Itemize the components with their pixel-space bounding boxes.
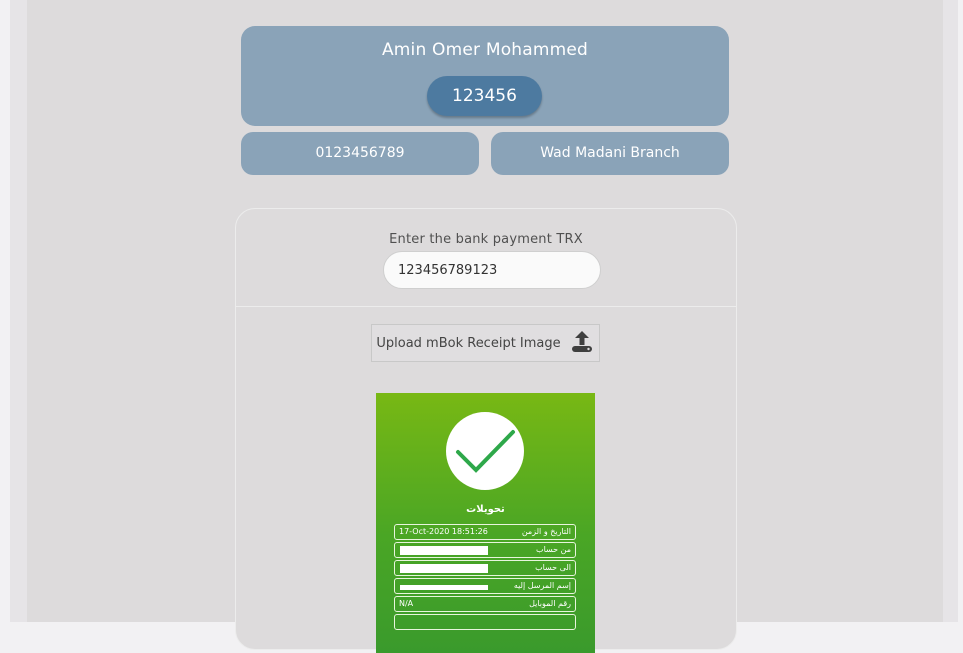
receipt-row-partial [394, 614, 576, 630]
receipt-row-mobile: رقم الموبايل N/A [394, 596, 576, 612]
upload-icon [569, 328, 595, 358]
redaction-mask [400, 564, 488, 573]
account-number-box: 0123456789 [241, 132, 479, 175]
receipt-image: تحويلات التاريخ و الزمن 17-Oct-2020 18:5… [376, 393, 595, 653]
main-content: Amin Omer Mohammed 123456 0123456789 Wad… [27, 0, 943, 653]
upload-button-label: Upload mBok Receipt Image [376, 335, 561, 351]
customer-name: Amin Omer Mohammed [381, 40, 589, 60]
check-icon [446, 412, 524, 490]
receipt-row-recipient-name: إسم المرسل إليه [394, 578, 576, 594]
trx-input[interactable] [383, 251, 601, 289]
customer-id-badge[interactable]: 123456 [427, 76, 542, 116]
receipt-title: تحويلات [466, 504, 505, 515]
branch-box: Wad Madani Branch [491, 132, 729, 175]
redaction-mask [400, 546, 488, 555]
form-divider [236, 306, 736, 307]
redaction-mask [400, 585, 488, 590]
customer-card: Amin Omer Mohammed 123456 [241, 26, 729, 126]
receipt-row-datetime: التاريخ و الزمن 17-Oct-2020 18:51:26 [394, 524, 576, 540]
trx-label: Enter the bank payment TRX [389, 232, 583, 247]
receipt-row-from-account: من حساب [394, 542, 576, 558]
receipt-row-to-account: الى حساب [394, 560, 576, 576]
upload-receipt-button[interactable]: Upload mBok Receipt Image [371, 324, 600, 362]
payment-form-card: Enter the bank payment TRX Upload mBok R… [235, 208, 737, 653]
